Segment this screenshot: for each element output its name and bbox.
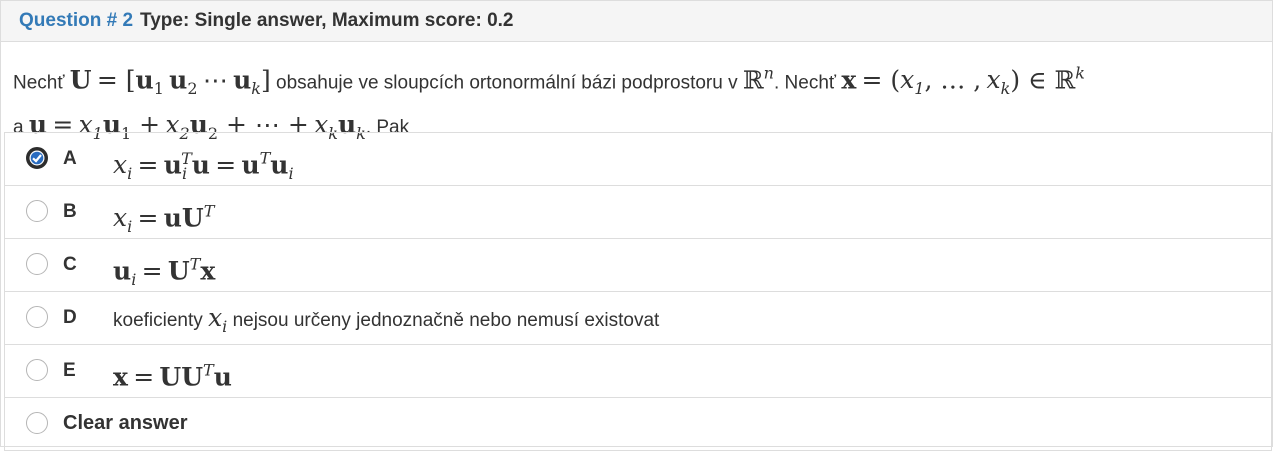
option-letter: B bbox=[63, 201, 77, 222]
math-U: U bbox=[69, 65, 92, 95]
question-number: Question # 2 bbox=[19, 10, 134, 31]
option-b[interactable]: B xi = uUT bbox=[4, 185, 1272, 238]
option-b-formula: xi = uUT bbox=[113, 202, 215, 237]
question-type: Type: Single answer, Maximum score: 0.2 bbox=[140, 10, 514, 31]
clear-answer-label: Clear answer bbox=[63, 412, 188, 434]
math-eq: = [ bbox=[96, 65, 136, 95]
math-sub1: 1 bbox=[153, 79, 164, 99]
option-c-formula: ui = UTx bbox=[113, 255, 216, 290]
stem-text-2: obsahuje ve sloupcích ortonormální bázi … bbox=[276, 72, 738, 94]
clear-answer-option[interactable]: Clear answer bbox=[4, 397, 1272, 451]
question-header: Question # 2 Type: Single answer, Maximu… bbox=[1, 1, 1272, 42]
stem-text-3: . Nechť bbox=[773, 72, 837, 94]
math-u2: u bbox=[169, 65, 188, 95]
option-a-formula: xi = uiTu = uTui bbox=[113, 149, 294, 184]
option-d[interactable]: D koeficienty xi nejsou určeny jednoznač… bbox=[4, 291, 1272, 344]
option-c[interactable]: C ui = UTx bbox=[4, 238, 1272, 291]
math-x1: x1 bbox=[900, 65, 925, 99]
math-tuple: = ( bbox=[861, 65, 901, 95]
question-stem: Nechť U = [u1 u2 ⋯ uk] obsahuje ve sloup… bbox=[1, 42, 1272, 143]
math-xk: xk bbox=[986, 65, 1011, 99]
answer-options: A xi = uiTu = uTui B xi = uUT C ui = UTx… bbox=[4, 132, 1272, 451]
radio-icon[interactable] bbox=[26, 200, 48, 222]
math-k: k bbox=[1075, 64, 1085, 83]
math-u1: u bbox=[135, 65, 154, 95]
option-d-text: koeficienty xi nejsou určeny jednoznačně… bbox=[113, 303, 660, 336]
option-letter: C bbox=[63, 254, 77, 275]
option-a[interactable]: A xi = uiTu = uTui bbox=[4, 132, 1272, 185]
math-uk: u bbox=[233, 65, 252, 95]
math-comma: , … , bbox=[924, 65, 982, 95]
radio-icon[interactable] bbox=[26, 359, 48, 381]
math-subk: k bbox=[251, 79, 261, 99]
math-in: ) ∈ ℝ bbox=[1010, 65, 1076, 95]
math-n: n bbox=[763, 64, 774, 83]
math-x: x bbox=[841, 65, 857, 95]
option-letter: A bbox=[63, 148, 77, 169]
stem-text-1: Nechť bbox=[13, 72, 65, 94]
option-letter: D bbox=[63, 307, 77, 328]
radio-icon[interactable] bbox=[26, 412, 48, 434]
radio-icon[interactable] bbox=[26, 306, 48, 328]
math-sub2: 2 bbox=[187, 79, 198, 99]
checkmark-radio-icon[interactable] bbox=[26, 147, 48, 169]
option-e[interactable]: E x = UUTu bbox=[4, 344, 1272, 397]
radio-icon[interactable] bbox=[26, 253, 48, 275]
math-bracket: ] bbox=[261, 65, 271, 95]
option-d-after: nejsou určeny jednoznačně nebo nemusí ex… bbox=[232, 310, 660, 331]
option-letter: E bbox=[63, 360, 76, 381]
math-dots: ⋯ bbox=[202, 65, 228, 95]
question-card: Question # 2 Type: Single answer, Maximu… bbox=[0, 0, 1273, 451]
option-e-formula: x = UUTu bbox=[113, 361, 232, 392]
option-d-before: koeficienty bbox=[113, 310, 203, 331]
math-Rn: ℝ bbox=[742, 65, 764, 95]
